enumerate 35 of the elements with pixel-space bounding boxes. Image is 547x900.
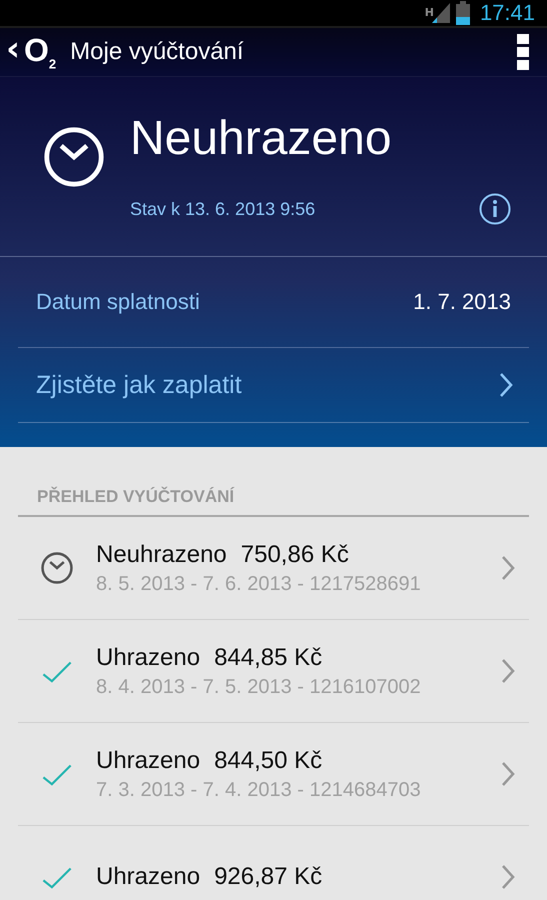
signal-icon (432, 3, 450, 23)
bill-amount: 926,87 Kč (214, 863, 322, 891)
chevron-icon (501, 555, 515, 581)
bill-amount: 844,50 Kč (214, 746, 322, 774)
status-title: Neuhrazeno (130, 115, 393, 163)
section-heading: PŘEHLED VYÚČTOVÁNÍ (18, 447, 529, 517)
bill-details: 7. 3. 2013 - 7. 4. 2013 - 1214684703 (96, 778, 422, 802)
bill-item[interactable]: Neuhrazeno 750,86 Kč 8. 5. 2013 - 7. 6. 2013 - 1217528691 (18, 517, 529, 620)
bill-item[interactable]: Uhrazeno 926,87 Kč (18, 826, 529, 900)
back-button[interactable]: ‹ (6, 32, 20, 66)
bill-status: Uhrazeno (96, 746, 200, 774)
due-date-label: Datum splatnosti (36, 289, 200, 315)
chevron-icon (501, 761, 515, 787)
how-to-pay-link[interactable]: Zjistěte jak zaplatit (18, 348, 529, 423)
status-timestamp: Stav k 13. 6. 2013 9:56 (130, 198, 316, 220)
network-type: H (424, 6, 434, 19)
overflow-menu-icon[interactable] (517, 34, 529, 70)
bill-status: Uhrazeno (96, 863, 200, 891)
screen-title: Moje vyúčtování (70, 38, 245, 66)
due-date-value: 1. 7. 2013 (413, 289, 511, 315)
battery-icon (456, 1, 470, 25)
chevron-icon (501, 658, 515, 684)
bill-status: Neuhrazeno (96, 540, 227, 568)
clock-time: 17:41 (480, 0, 535, 26)
bill-amount: 750,86 Kč (240, 540, 349, 568)
bill-details: 8. 5. 2013 - 7. 6. 2013 - 1217528691 (96, 572, 422, 596)
app-logo[interactable]: O$_{2}$ (24, 32, 56, 72)
bill-item[interactable]: Uhrazeno 844,85 Kč 8. 4. 2013 - 7. 5. 2013 - 1216107002 (18, 620, 529, 723)
chevron-icon (501, 864, 515, 890)
bill-details: 8. 4. 2013 - 7. 5. 2013 - 1216107002 (96, 676, 422, 698)
info-icon[interactable] (479, 193, 511, 225)
bill-item[interactable]: Uhrazeno 844,50 Kč 7. 3. 2013 - 7. 4. 2013 - 1214684703 (18, 723, 529, 826)
bill-status: Uhrazeno (96, 644, 200, 672)
chevron-icon (499, 372, 513, 398)
bill-amount: 844,85 Kč (214, 644, 322, 672)
